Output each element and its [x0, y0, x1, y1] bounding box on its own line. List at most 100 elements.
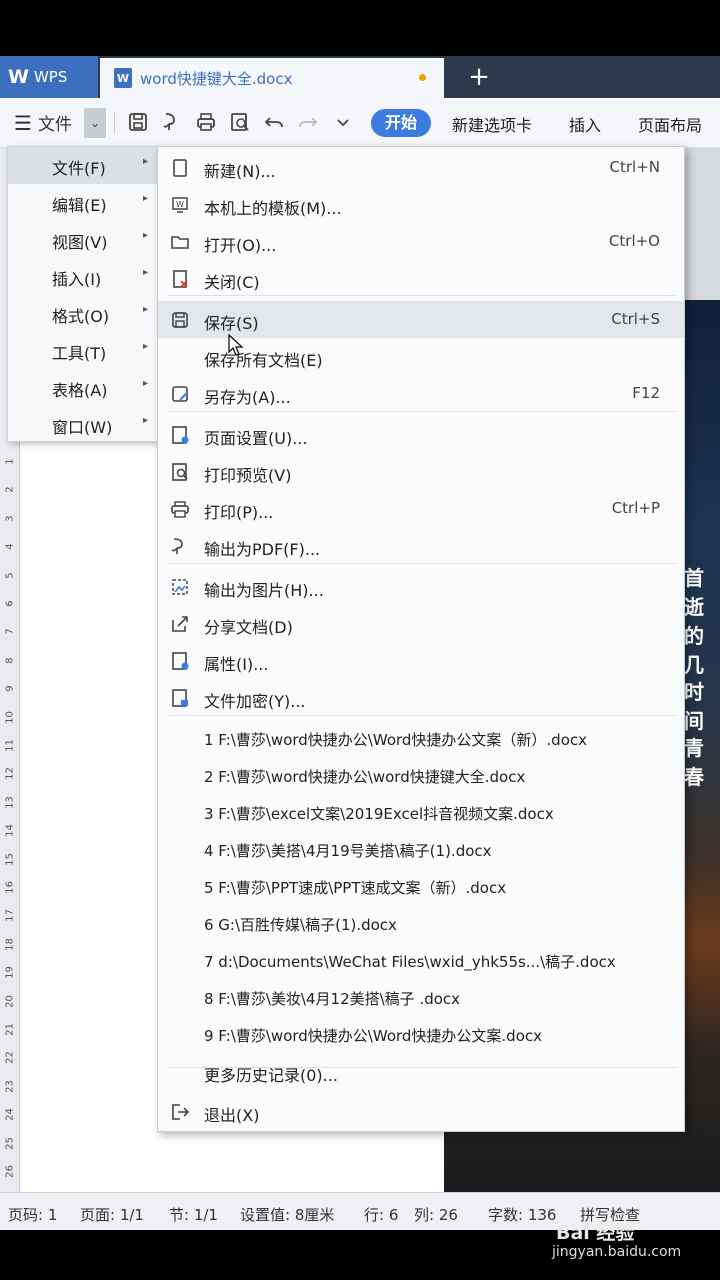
menu-item[interactable]: 表格(A) ▸: [8, 369, 158, 406]
file-menu-item[interactable]: 打印(P)... Ctrl+P: [158, 490, 684, 527]
tab-page-layout[interactable]: 页面布局: [638, 112, 702, 136]
file-menu-item-label: 打印(P)...: [204, 503, 274, 522]
word-doc-icon: W: [114, 68, 132, 88]
tab-new-tab[interactable]: 新建选项卡: [452, 112, 532, 136]
file-menu-item-label: 输出为图片(H)...: [204, 581, 324, 600]
recent-file-label: 1 F:\曹莎\word快捷办公\Word快捷办公文案（新）.docx: [204, 731, 588, 749]
file-submenu: 新建(N)... Ctrl+N W 本机上的模板(M)... 打开(O)... Ctrl+…: [157, 146, 685, 1132]
tab-insert[interactable]: 插入: [569, 112, 601, 136]
menu-item[interactable]: 格式(O) ▸: [8, 295, 158, 332]
ruler-number: 21: [4, 1023, 16, 1036]
wps-home-tab[interactable]: W WPS: [0, 56, 98, 98]
redo-icon[interactable]: [296, 110, 320, 134]
exit-icon: [172, 1104, 190, 1120]
document-tab[interactable]: W word快捷键大全.docx: [100, 58, 444, 98]
print-preview-icon[interactable]: [228, 110, 252, 134]
file-menu-item[interactable]: 打开(O)... Ctrl+O: [158, 223, 684, 260]
pdf-export-icon[interactable]: [160, 110, 184, 134]
file-menu-item[interactable]: 文件加密(Y)...: [158, 679, 684, 716]
menu-item[interactable]: 工具(T) ▸: [8, 332, 158, 369]
recent-file-item[interactable]: 9 F:\曹莎\word快捷办公\Word快捷办公文案.docx: [158, 1016, 684, 1053]
shortcut-label: F12: [632, 384, 660, 402]
page-setup-icon: [172, 426, 189, 444]
recent-file-label: 2 F:\曹莎\word快捷办公\word快捷键大全.docx: [204, 768, 526, 786]
customize-dropdown-icon[interactable]: [331, 110, 355, 134]
undo-icon[interactable]: [262, 110, 286, 134]
file-menu-item-label: 关闭(C): [204, 273, 260, 292]
status-page-number: 页码: 1: [8, 1206, 58, 1224]
file-menu-item[interactable]: 保存(S) Ctrl+S: [158, 301, 684, 338]
new-tab-button[interactable]: +: [464, 60, 494, 94]
recent-file-label: 6 G:\百胜传媒\稿子(1).docx: [204, 916, 397, 934]
photo-text-4: 青春: [684, 736, 704, 789]
photo-text-3: 时间: [684, 680, 704, 733]
file-menu-item[interactable]: W 本机上的模板(M)...: [158, 186, 684, 223]
more-history-label: 更多历史记录(0)...: [204, 1066, 338, 1085]
baidu-watermark: Bai 经验: [556, 1222, 635, 1244]
recent-file-item[interactable]: 7 d:\Documents\WeChat Files\wxid_yhk55s.…: [158, 942, 684, 979]
file-menu-item[interactable]: 输出为PDF(F)...: [158, 527, 684, 564]
menu-item[interactable]: 插入(I) ▸: [8, 258, 158, 295]
file-menu-item[interactable]: 另存为(A)... F12: [158, 375, 684, 412]
chevron-right-icon: ▸: [142, 378, 148, 389]
recent-file-item[interactable]: 1 F:\曹莎\word快捷办公\Word快捷办公文案（新）.docx: [158, 720, 684, 757]
file-menu-button[interactable]: ☰ 文件: [14, 110, 72, 136]
top-black-bar: [0, 0, 720, 56]
toolbar: ☰ 文件 ⌄ 开始 新建选项卡 插入 页面布局: [0, 98, 720, 148]
file-menu-item-label: 另存为(A)...: [204, 388, 291, 407]
file-menu-item[interactable]: 新建(N)... Ctrl+N: [158, 149, 684, 186]
recent-file-item[interactable]: 8 F:\曹莎\美妆\4月12美搭\稿子 .docx: [158, 979, 684, 1016]
ruler-number: 5: [4, 571, 16, 579]
ruler-number: 16: [4, 881, 16, 894]
chevron-right-icon: ▸: [142, 415, 148, 426]
chevron-right-icon: ▸: [142, 193, 148, 204]
status-setting: 设置值: 8厘米: [240, 1206, 335, 1224]
status-word-count[interactable]: 字数: 136: [488, 1204, 556, 1225]
menu-item[interactable]: 编辑(E) ▸: [8, 184, 158, 221]
ruler-number: 3: [4, 515, 16, 522]
file-menu-item-label: 文件加密(Y)...: [204, 692, 306, 711]
close-doc-icon: [173, 270, 188, 288]
recent-file-label: 4 F:\曹莎\美搭\4月19号美搭\稿子(1).docx: [204, 842, 492, 860]
recent-file-item[interactable]: 5 F:\曹莎\PPT速成\PPT速成文案（新）.docx: [158, 868, 684, 905]
save-icon[interactable]: [126, 110, 150, 134]
photo-text-2: 的几: [684, 624, 704, 677]
ruler-number: 19: [4, 966, 16, 980]
menu-item-label: 插入(I): [52, 270, 102, 289]
exit-item[interactable]: 退出(X): [158, 1093, 684, 1130]
menu-item[interactable]: 视图(V) ▸: [8, 221, 158, 258]
chevron-down-icon[interactable]: ⌄: [84, 108, 106, 138]
ruler-number: 17: [4, 909, 16, 923]
shortcut-label: Ctrl+N: [609, 158, 660, 176]
recent-file-item[interactable]: 6 G:\百胜传媒\稿子(1).docx: [158, 905, 684, 942]
recent-file-item[interactable]: 3 F:\曹莎\excel文案\2019Excel抖音视频文案.docx: [158, 794, 684, 831]
file-menu-item[interactable]: 打印预览(V): [158, 453, 684, 490]
file-menu-item[interactable]: 页面设置(U)...: [158, 416, 684, 453]
menu-item-label: 文件(F): [52, 159, 106, 178]
file-menu-item[interactable]: 输出为图片(H)...: [158, 568, 684, 605]
file-menu-item[interactable]: 属性(I)...: [158, 642, 684, 679]
recent-file-item[interactable]: 4 F:\曹莎\美搭\4月19号美搭\稿子(1).docx: [158, 831, 684, 868]
menu-divider: [168, 1067, 676, 1068]
svg-text:W: W: [176, 200, 184, 209]
file-menu-item-label: 本机上的模板(M)...: [204, 199, 342, 218]
file-menu-item-label: 打开(O)...: [204, 236, 277, 255]
menu-item[interactable]: 文件(F) ▸: [8, 147, 158, 184]
more-history-item[interactable]: 更多历史记录(0)...: [158, 1053, 684, 1090]
recent-file-item[interactable]: 2 F:\曹莎\word快捷办公\word快捷键大全.docx: [158, 757, 684, 794]
ruler-number: 22: [4, 1051, 16, 1065]
file-menu-item[interactable]: 关闭(C): [158, 260, 684, 297]
menu-item-label: 编辑(E): [52, 196, 107, 215]
printer-icon[interactable]: [194, 110, 218, 134]
ruler-number: 14: [4, 824, 16, 838]
status-column: 列: 26: [414, 1206, 458, 1224]
ruler-number: 7: [4, 628, 16, 636]
ruler-number: 15: [4, 852, 16, 866]
tab-start[interactable]: 开始: [371, 109, 431, 137]
menu-divider: [168, 715, 676, 716]
file-menu-item[interactable]: 分享文档(D): [158, 605, 684, 642]
properties-icon: [172, 652, 189, 670]
ruler-number: 13: [4, 795, 16, 809]
file-menu-item-label: 属性(I)...: [204, 655, 269, 674]
menu-item[interactable]: 窗口(W) ▸: [8, 406, 158, 443]
